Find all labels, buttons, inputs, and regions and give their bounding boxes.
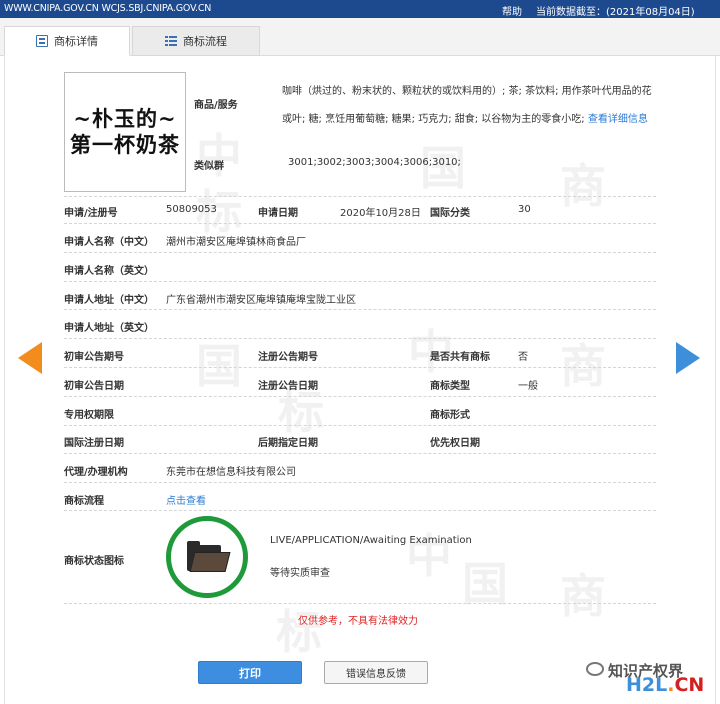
data-as-of-label: 当前数据截至：	[536, 7, 606, 18]
app-date-label: 申请日期	[258, 208, 298, 219]
intl-reg-date-label: 国际注册日期	[64, 438, 124, 449]
shared-mark-label: 是否共有商标	[430, 352, 490, 363]
divider	[64, 196, 656, 197]
document-icon	[36, 35, 48, 47]
trademark-image: ~朴玉的~ 第一杯奶茶	[64, 72, 186, 192]
priority-date-label: 优先权日期	[430, 438, 480, 449]
wechat-icon	[586, 662, 604, 676]
print-button[interactable]: 打印	[198, 661, 302, 684]
similar-group-label: 类似群	[194, 161, 224, 172]
tab-trademark-details[interactable]: 商标详情	[4, 26, 130, 56]
divider	[64, 252, 656, 253]
next-arrow-icon[interactable]	[676, 342, 700, 374]
prelim-pub-date-label: 初审公告日期	[64, 381, 124, 392]
applicant-cn-label: 申请人名称（中文）	[64, 237, 154, 248]
top-bar: WWW.CNIPA.GOV.CN WCJS.SBJ.CNIPA.GOV.CN 帮…	[0, 0, 720, 18]
shared-mark-value: 否	[518, 352, 528, 363]
address-en-label: 申请人地址（英文）	[64, 323, 154, 334]
legal-disclaimer: 仅供参考，不具有法律效力	[298, 616, 418, 627]
mark-type-label: 商标类型	[430, 381, 470, 392]
agent-value: 东莞市在想信息科技有限公司	[166, 467, 296, 478]
divider	[64, 425, 656, 426]
site-watermark-part: H2L	[626, 674, 668, 696]
reg-no-value: 50809053	[166, 204, 217, 215]
site-url: WWW.CNIPA.GOV.CN WCJS.SBJ.CNIPA.GOV.CN	[4, 3, 212, 14]
data-as-of-date: (2021年08月04日)	[606, 7, 695, 18]
folder-icon	[187, 541, 231, 573]
tab-label: 商标流程	[183, 35, 227, 48]
mark-form-label: 商标形式	[430, 410, 470, 421]
prev-arrow-icon[interactable]	[18, 342, 42, 374]
divider	[64, 482, 656, 483]
divider	[64, 453, 656, 454]
goods-list: 咖啡（烘过的、粉末状的、颗粒状的或饮料用的）; 茶; 茶饮料; 用作茶叶代用品的…	[282, 78, 654, 134]
divider	[64, 510, 656, 511]
status-badge	[166, 516, 248, 598]
goods-label: 商品/服务	[194, 100, 238, 111]
mark-type-value: 一般	[518, 381, 538, 392]
address-cn-label: 申请人地址（中文）	[64, 295, 154, 306]
error-report-button[interactable]: 错误信息反馈	[324, 661, 428, 684]
tab-label: 商标详情	[54, 35, 98, 48]
app-date-value: 2020年10月28日	[340, 208, 421, 219]
agent-label: 代理/办理机构	[64, 467, 128, 478]
process-label: 商标流程	[64, 496, 104, 507]
site-watermark-part: CN	[674, 674, 705, 696]
prelim-pub-no-label: 初审公告期号	[64, 352, 124, 363]
reg-no-label: 申请/注册号	[64, 208, 118, 219]
status-icon-label: 商标状态图标	[64, 556, 124, 567]
status-cn: 等待实质审查	[270, 568, 330, 579]
exclusive-period-label: 专用权期限	[64, 410, 114, 421]
divider	[64, 603, 656, 604]
later-designation-label: 后期指定日期	[258, 438, 318, 449]
tab-strip: 商标详情 商标流程	[0, 18, 720, 56]
intl-class-label: 国际分类	[430, 208, 470, 219]
divider	[64, 223, 656, 224]
address-cn-value: 广东省潮州市潮安区庵埠镇庵埠宝陇工业区	[166, 295, 356, 306]
site-watermark: H2L.CN	[626, 674, 704, 696]
similar-group-value: 3001;3002;3003;3004;3006;3010;	[288, 157, 461, 168]
logo-text-line1: ~朴玉的~	[73, 106, 177, 131]
divider	[64, 396, 656, 397]
reg-pub-date-label: 注册公告日期	[258, 381, 318, 392]
applicant-en-label: 申请人名称（英文）	[64, 266, 154, 277]
reg-pub-no-label: 注册公告期号	[258, 352, 318, 363]
divider	[64, 338, 656, 339]
view-detail-link[interactable]: 查看详细信息	[588, 114, 648, 125]
data-as-of: 当前数据截至：(2021年08月04日)	[536, 3, 695, 18]
divider	[64, 367, 656, 368]
intl-class-value: 30	[518, 204, 531, 215]
tab-trademark-process[interactable]: 商标流程	[132, 26, 260, 56]
process-link[interactable]: 点击查看	[166, 492, 206, 507]
divider	[64, 309, 656, 310]
applicant-cn-value: 潮州市潮安区庵埠镇林商食品厂	[166, 237, 306, 248]
list-icon	[165, 35, 177, 47]
status-en: LIVE/APPLICATION/Awaiting Examination	[270, 535, 472, 546]
help-link[interactable]: 帮助	[502, 3, 522, 18]
divider	[64, 281, 656, 282]
logo-text-line2: 第一杯奶茶	[70, 132, 180, 157]
